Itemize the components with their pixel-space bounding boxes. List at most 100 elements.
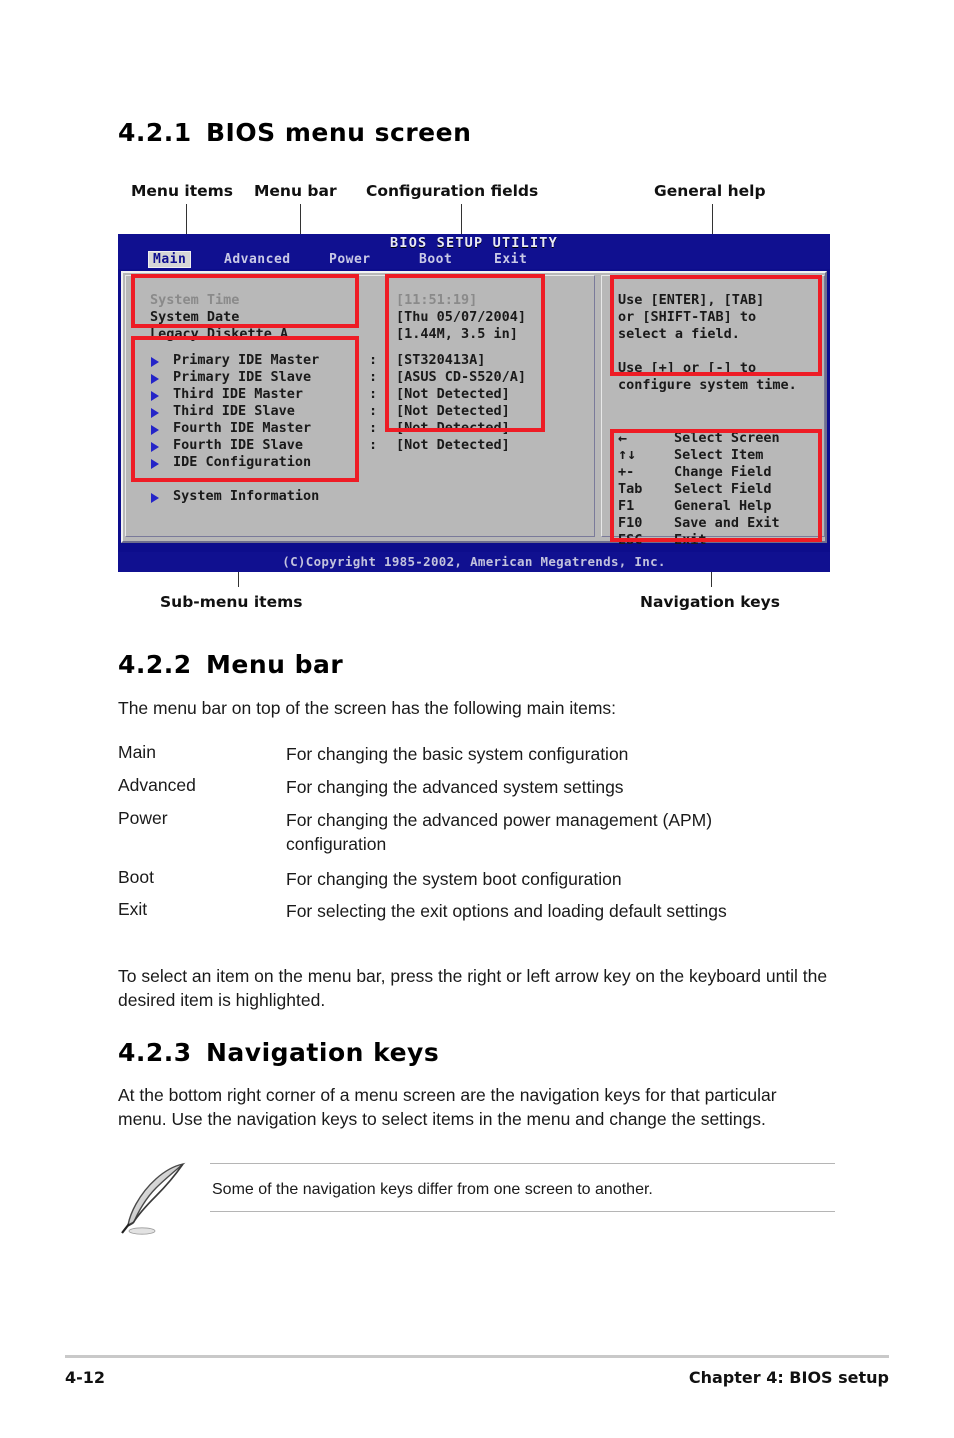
menubar-term-boot: Boot [118, 867, 154, 887]
section-heading-422: 4.2.2 Menu bar [118, 650, 343, 679]
nav-desc-general-help: General Help [674, 498, 772, 514]
bios-item-system-information[interactable]: System Information [173, 488, 319, 505]
bios-item-third-ide-slave[interactable]: Third IDE Slave [173, 403, 295, 420]
nav-key-f1: F1 [618, 498, 635, 514]
bios-body: System Time System Date Legacy Diskette … [121, 271, 827, 548]
bios-tab-boot[interactable]: Boot [419, 252, 452, 267]
menubar-desc-power: For changing the advanced power manageme… [286, 810, 713, 854]
menubar-term-power: Power [118, 808, 168, 828]
submenu-arrow-icon [151, 459, 159, 469]
section-number-422: 4.2.2 [118, 650, 192, 679]
bios-setup-screenshot: BIOS SETUP UTILITY Main Advanced Power B… [118, 234, 830, 572]
bios-item-fourth-ide-slave[interactable]: Fourth IDE Slave [173, 437, 303, 454]
bios-tab-main[interactable]: Main [148, 251, 192, 268]
bios-value-third-ide-slave[interactable]: [Not Detected] [396, 403, 510, 420]
bios-tab-power[interactable]: Power [329, 252, 371, 267]
submenu-arrow-icon [151, 374, 159, 384]
bios-value-system-date[interactable]: [Thu 05/07/2004] [396, 309, 526, 326]
footer-chapter-label: Chapter 4: BIOS setup [688, 1368, 889, 1387]
menubar-term-exit: Exit [118, 899, 148, 919]
bios-left-pane: System Time System Date Legacy Diskette … [125, 275, 595, 537]
nav-desc-select-screen: Select Screen [674, 430, 780, 446]
bios-utility-title: BIOS SETUP UTILITY [390, 235, 558, 251]
section-number-423: 4.2.3 [118, 1038, 192, 1067]
nav-desc-change-field: Change Field [674, 464, 772, 480]
submenu-arrow-icon [151, 357, 159, 367]
section-heading-423: 4.2.3 Navigation keys [118, 1038, 439, 1067]
bios-item-legacy-diskette-a[interactable]: Legacy Diskette A [150, 326, 288, 343]
help-line: Use [ENTER], [TAB] [618, 292, 765, 308]
bios-colon: : [369, 352, 378, 368]
nav-key-updown-arrow-icon: ↑↓ [618, 445, 637, 463]
note-top-rule [210, 1163, 835, 1164]
nav-desc-exit: Exit [674, 532, 707, 548]
bios-colon: : [369, 386, 378, 402]
nav-key-f10: F10 [618, 515, 643, 531]
bios-colon: : [369, 369, 378, 385]
bios-value-legacy-diskette-a[interactable]: [1.44M, 3.5 in] [396, 326, 518, 343]
section-title-421: BIOS menu screen [206, 118, 472, 147]
submenu-arrow-icon [151, 425, 159, 435]
bios-copyright-bar: (C)Copyright 1985-2002, American Megatre… [118, 552, 830, 572]
nav-key-esc: ESC [618, 532, 643, 548]
bios-item-system-time[interactable]: System Time [150, 292, 239, 309]
menubar-desc-main: For changing the basic system configurat… [286, 744, 629, 764]
callout-configuration-fields: Configuration fields [366, 182, 539, 200]
nav-desc-select-field: Select Field [674, 481, 772, 497]
section-number-421: 4.2.1 [118, 118, 192, 147]
section-heading-421: 4.2.1 BIOS menu screen [118, 118, 471, 147]
footer-rule [65, 1355, 889, 1358]
navkeys-paragraph: At the bottom right corner of a menu scr… [118, 1085, 777, 1129]
submenu-arrow-icon [151, 391, 159, 401]
bios-menu-bar: Main Advanced Power Boot Exit [118, 251, 830, 269]
section-title-422: Menu bar [206, 650, 344, 679]
note-text: Some of the navigation keys differ from … [212, 1181, 653, 1198]
menubar-desc-boot: For changing the system boot configurati… [286, 869, 622, 889]
callout-menu-items: Menu items [131, 182, 234, 200]
bios-item-primary-ide-master[interactable]: Primary IDE Master [173, 352, 319, 369]
bios-colon: : [369, 420, 378, 436]
help-line: Use [+] or [-] to [618, 360, 757, 376]
menubar-term-main: Main [118, 742, 156, 762]
submenu-arrow-icon [151, 408, 159, 418]
bios-colon: : [369, 403, 378, 419]
bios-tab-advanced[interactable]: Advanced [224, 252, 291, 267]
bios-tab-exit[interactable]: Exit [494, 252, 527, 267]
menubar-intro-paragraph: The menu bar on top of the screen has th… [118, 698, 617, 718]
bios-value-fourth-ide-slave[interactable]: [Not Detected] [396, 437, 510, 454]
callout-navigation-keys: Navigation keys [640, 593, 780, 611]
callout-general-help: General help [654, 182, 766, 200]
bios-item-third-ide-master[interactable]: Third IDE Master [173, 386, 303, 403]
bios-value-fourth-ide-master[interactable]: [Not Detected] [396, 420, 510, 437]
nav-key-plus-minus: +- [618, 464, 635, 480]
help-line: or [SHIFT-TAB] to [618, 309, 757, 325]
bios-colon: : [369, 437, 378, 453]
footer-page-number: 4-12 [65, 1368, 106, 1387]
help-line: configure system time. [618, 377, 797, 393]
menubar-term-advanced: Advanced [118, 775, 196, 795]
bios-value-third-ide-master[interactable]: [Not Detected] [396, 386, 510, 403]
quill-pen-icon [121, 1162, 186, 1235]
bios-value-system-time[interactable]: [11:51:19] [396, 292, 477, 309]
menubar-desc-exit: For selecting the exit options and loadi… [286, 901, 727, 921]
submenu-arrow-icon [151, 493, 159, 503]
bios-value-primary-ide-master[interactable]: [ST320413A] [396, 352, 485, 369]
nav-desc-save-and-exit: Save and Exit [674, 515, 780, 531]
nav-desc-select-item: Select Item [674, 447, 764, 463]
submenu-arrow-icon [151, 442, 159, 452]
bios-item-system-date[interactable]: System Date [150, 309, 239, 326]
section-title-423: Navigation keys [206, 1038, 440, 1067]
bios-value-primary-ide-slave[interactable]: [ASUS CD-S520/A] [396, 369, 526, 386]
menubar-outro-paragraph: To select an item on the menu bar, press… [118, 966, 828, 1010]
bios-item-fourth-ide-master[interactable]: Fourth IDE Master [173, 420, 311, 437]
callout-menu-bar: Menu bar [254, 182, 337, 200]
menubar-desc-advanced: For changing the advanced system setting… [286, 777, 624, 797]
callout-sub-menu-items: Sub-menu items [160, 593, 303, 611]
bios-item-ide-configuration[interactable]: IDE Configuration [173, 454, 311, 471]
note-bottom-rule [210, 1211, 835, 1212]
bios-top-bar: BIOS SETUP UTILITY Main Advanced Power B… [118, 234, 830, 269]
bios-item-primary-ide-slave[interactable]: Primary IDE Slave [173, 369, 311, 386]
nav-key-tab: Tab [618, 481, 643, 497]
help-line: select a field. [618, 326, 740, 342]
bios-right-pane: Use [ENTER], [TAB] or [SHIFT-TAB] to sel… [601, 275, 825, 548]
